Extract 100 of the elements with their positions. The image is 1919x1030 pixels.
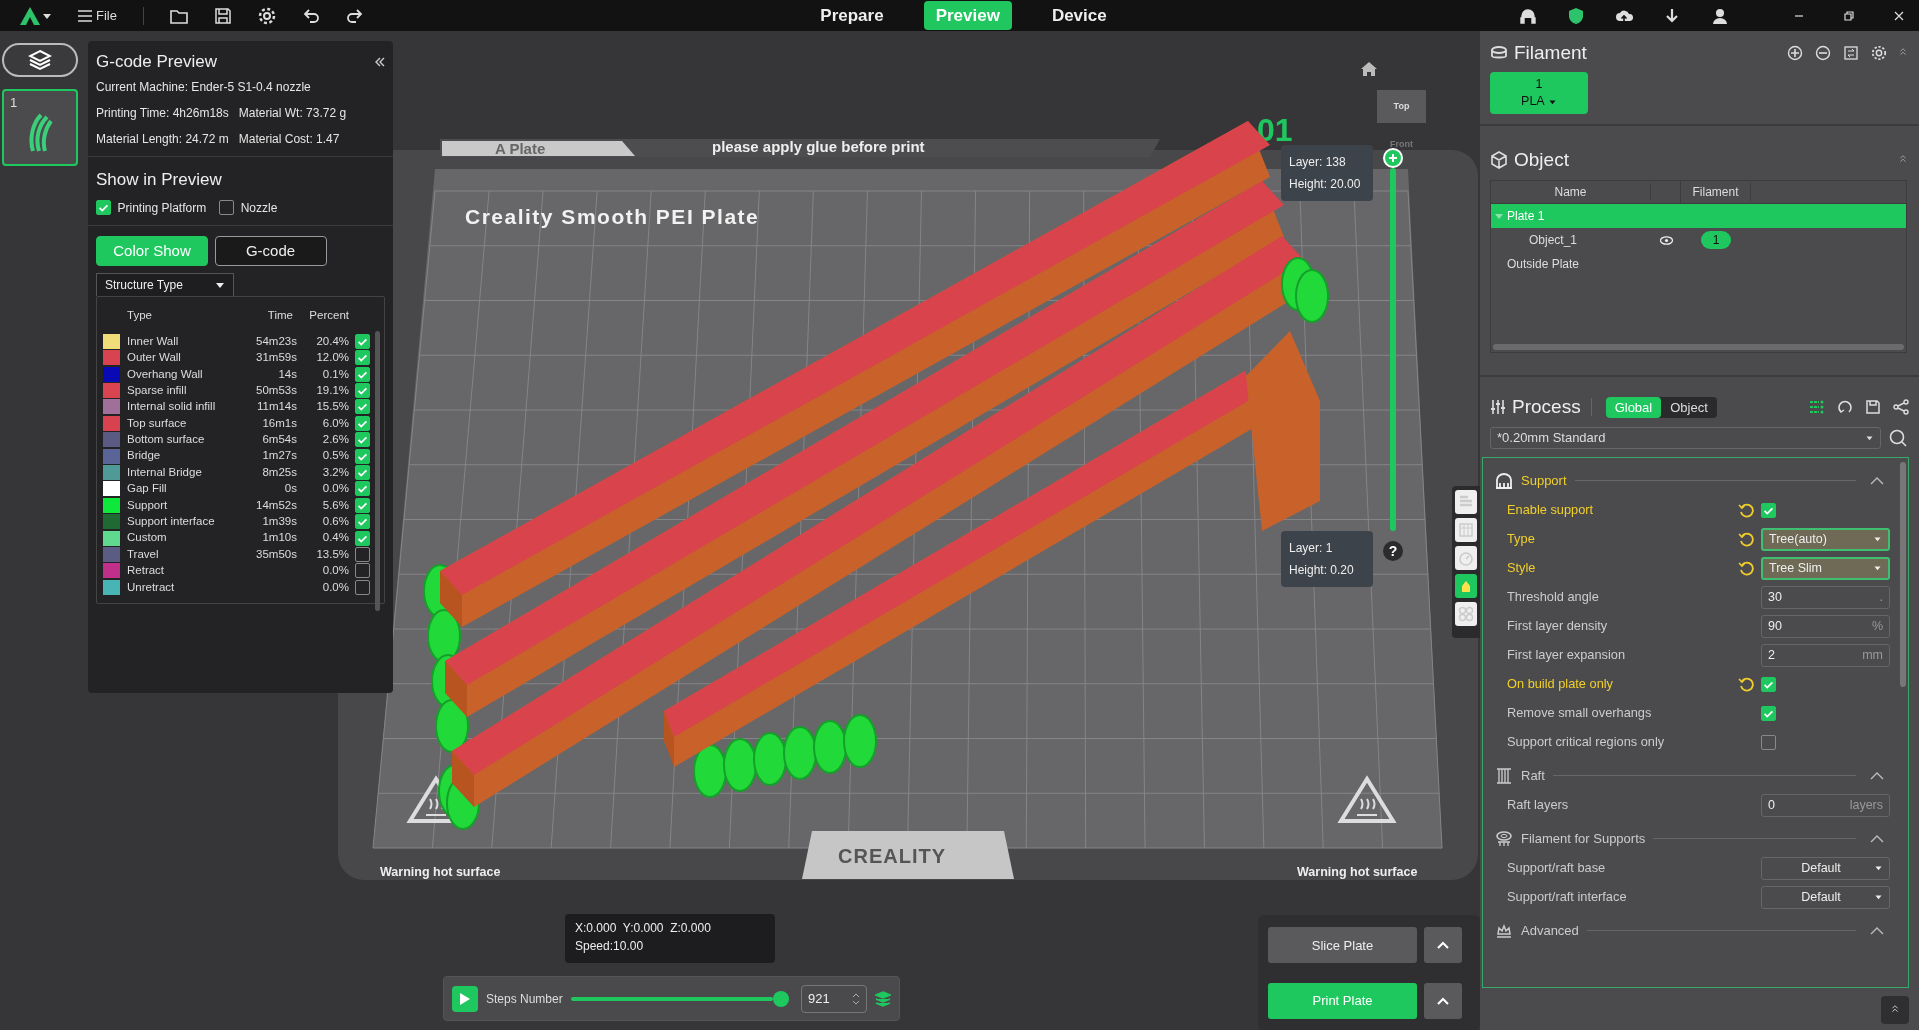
warning-label: Warning hot surface (1297, 865, 1418, 879)
tab[interactable]: Prepare (808, 0, 896, 31)
collapse-button[interactable] (375, 56, 385, 67)
tree-row[interactable]: Object_1 1 (1491, 228, 1906, 253)
step-number-field[interactable]: 921 (801, 984, 867, 1013)
share-button[interactable] (1893, 399, 1909, 416)
checkbox[interactable] (355, 481, 370, 497)
checkbox[interactable] (355, 383, 370, 399)
checkbox[interactable] (355, 366, 370, 382)
group-title: Filament for Supports (1521, 829, 1646, 848)
input-field[interactable]: 0 layers (1761, 793, 1890, 817)
filament-slot-button[interactable]: 1 PLA (1490, 72, 1588, 115)
tree-row[interactable]: Outside Plate (1491, 252, 1906, 277)
layer-slider[interactable] (1383, 148, 1403, 531)
checkbox[interactable] (355, 546, 370, 562)
type-label: Retract (127, 563, 166, 579)
tab[interactable]: Device (1039, 0, 1119, 31)
type-label: Unretract (127, 579, 176, 595)
dropdown[interactable]: Default (1761, 856, 1890, 880)
reset-button[interactable] (1738, 676, 1754, 692)
add-button[interactable] (1787, 45, 1803, 61)
settings-button[interactable] (1871, 45, 1887, 61)
type-label: Overhang Wall (127, 366, 204, 382)
checkbox[interactable] (355, 415, 370, 431)
plate-note: please apply glue before print (712, 138, 925, 155)
view-cube-face[interactable]: Top (1377, 90, 1426, 123)
checkbox[interactable] (1761, 502, 1776, 518)
checkbox[interactable] (355, 530, 370, 546)
reset-button[interactable] (1738, 560, 1754, 576)
redo-icon (345, 6, 364, 25)
caret-icon (1874, 894, 1883, 900)
type-label: Sparse infill (127, 382, 188, 398)
checkbox[interactable] (355, 514, 370, 530)
checkbox[interactable] (219, 200, 235, 216)
input-field[interactable]: 30 . (1761, 585, 1890, 609)
structure-dropdown[interactable]: Structure Type (96, 272, 234, 296)
checkbox[interactable] (355, 465, 370, 480)
plate-index: 01 (1257, 112, 1293, 148)
slice-button[interactable]: Slice Plate (1268, 927, 1417, 964)
reset-icon (1738, 531, 1754, 547)
expand-button[interactable] (1423, 927, 1462, 964)
chevron-up-icon (1436, 996, 1449, 1005)
reset-button[interactable] (1738, 531, 1754, 547)
reset-icon (1738, 676, 1754, 692)
group-title: Advanced (1521, 921, 1579, 940)
checkbox[interactable] (355, 432, 370, 448)
checkbox[interactable] (355, 497, 370, 513)
input-field[interactable]: 2 mm (1761, 643, 1890, 667)
steps-label: Steps Number (486, 990, 563, 1008)
layer-info: Height: 20.00 (1289, 176, 1362, 193)
reload-button[interactable] (1837, 399, 1853, 416)
percent-label: 2.6% (321, 432, 349, 448)
layer-slider-handle[interactable] (1383, 148, 1403, 168)
checkbox[interactable] (355, 333, 370, 349)
setting-label: Style (1507, 559, 1537, 578)
plate-thumbnail[interactable]: 1 (2, 89, 78, 166)
checkbox[interactable] (96, 200, 111, 216)
checkbox[interactable] (355, 563, 370, 579)
time-label: 54m23s (255, 333, 297, 349)
percent-label: 0.4% (321, 530, 349, 546)
search-button[interactable] (1887, 428, 1909, 447)
save-button[interactable] (1865, 399, 1881, 416)
expand-button[interactable] (1423, 982, 1462, 1019)
play-button[interactable] (452, 985, 478, 1012)
type-label: Gap Fill (127, 481, 168, 497)
scrollbar[interactable] (1900, 461, 1906, 687)
checkbox[interactable] (355, 399, 370, 415)
dropdown[interactable]: Default (1761, 885, 1890, 909)
checkbox[interactable] (1761, 734, 1776, 750)
steps-slider-handle[interactable] (773, 990, 789, 1007)
scope-tab[interactable]: Object (1661, 396, 1717, 418)
scrollbar[interactable] (1493, 344, 1904, 351)
swap-button[interactable] (1843, 45, 1859, 61)
dropdown[interactable]: Tree(auto) (1761, 527, 1890, 551)
preset-dropdown[interactable]: *0.20mm Standard (1490, 426, 1881, 449)
layers-button[interactable] (2, 43, 78, 77)
caret-icon (1547, 98, 1557, 105)
steps-slider[interactable] (570, 989, 789, 1008)
dropdown[interactable]: Tree Slim (1761, 556, 1890, 580)
time-label: 1m10s (261, 530, 297, 546)
file-menu[interactable]: File (68, 5, 127, 26)
list-button[interactable] (1809, 399, 1825, 416)
stat-label: Printing Time: 4h26m18s (96, 104, 229, 122)
home-button[interactable] (1360, 61, 1378, 77)
checkbox[interactable] (355, 579, 370, 595)
percent-label: 15.5% (315, 399, 349, 415)
checkbox[interactable] (1761, 676, 1776, 692)
view-tab[interactable]: G-code (214, 235, 327, 267)
remove-button[interactable] (1815, 45, 1831, 61)
layers-icon (28, 49, 52, 71)
percent-label: 3.2% (321, 464, 349, 480)
scrollbar[interactable] (375, 330, 380, 611)
reset-button[interactable] (1738, 502, 1754, 518)
input-field[interactable]: 90 % (1761, 614, 1890, 638)
view-tool-button[interactable] (1455, 574, 1477, 598)
checkbox[interactable] (355, 350, 370, 366)
checkbox[interactable] (355, 448, 370, 464)
type-label: Travel (127, 546, 160, 562)
time-label: 16m1s (261, 415, 297, 431)
checkbox[interactable] (1761, 705, 1776, 721)
